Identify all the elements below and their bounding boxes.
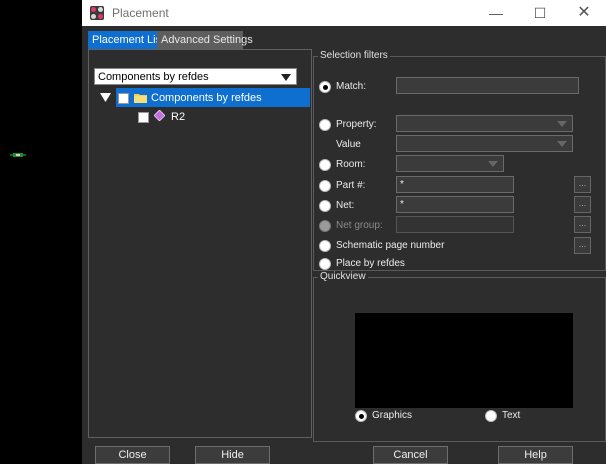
list-type-dropdown[interactable]: Components by refdes	[94, 68, 297, 85]
tab-advanced-settings[interactable]: Advanced Settings	[157, 31, 253, 49]
net-group-input[interactable]	[396, 216, 514, 233]
graphics-label: Graphics	[372, 410, 413, 421]
part-radio[interactable]	[319, 180, 331, 192]
net-browse-button[interactable]: ...	[574, 196, 591, 213]
net-input[interactable]: *	[396, 196, 514, 213]
room-radio[interactable]	[319, 159, 331, 171]
tree-item-label[interactable]: R2	[171, 111, 185, 123]
maximize-button[interactable]: ☐	[518, 0, 562, 26]
hide-button[interactable]: Hide	[195, 446, 270, 464]
property-label: Property:	[336, 119, 377, 130]
quickview-title: Quickview	[318, 271, 368, 282]
chevron-down-icon	[557, 121, 567, 127]
net-label: Net:	[336, 200, 355, 211]
part-input[interactable]: *	[396, 176, 514, 193]
text-radio[interactable]	[485, 410, 497, 422]
match-input[interactable]	[396, 77, 579, 94]
match-radio[interactable]	[319, 81, 331, 93]
net-group-label: Net group:	[336, 220, 383, 231]
tree-root-checkbox[interactable]	[118, 93, 129, 104]
placement-dialog: Placement — ☐ ✕ Placement List Advanced …	[82, 0, 606, 464]
minimize-button[interactable]: —	[474, 0, 518, 26]
property-dropdown[interactable]	[396, 115, 573, 132]
part-label: Part #:	[336, 180, 366, 191]
graphics-radio[interactable]	[355, 410, 367, 422]
title-bar: Placement — ☐ ✕	[82, 0, 606, 26]
schematic-browse-button[interactable]: ...	[574, 237, 591, 254]
chevron-down-icon	[488, 161, 498, 167]
cancel-button[interactable]: Cancel	[373, 446, 448, 464]
chevron-down-icon	[557, 141, 567, 147]
component-glyph-icon	[10, 153, 26, 157]
tree-root-label[interactable]: Components by refdes	[151, 92, 262, 104]
tab-placement-list[interactable]: Placement List	[88, 31, 164, 49]
placement-list-panel	[88, 49, 312, 438]
net-group-radio[interactable]	[319, 220, 331, 232]
value-label: Value	[336, 139, 361, 150]
help-button[interactable]: Help	[498, 446, 573, 464]
list-type-value: Components by refdes	[98, 71, 209, 83]
net-radio[interactable]	[319, 200, 331, 212]
expand-triangle-icon[interactable]	[100, 93, 111, 102]
window-title: Placement	[112, 6, 169, 20]
text-label: Text	[502, 410, 521, 421]
close-window-button[interactable]: ✕	[562, 0, 606, 26]
net-group-browse-button[interactable]: ...	[574, 216, 591, 233]
schematic-label: Schematic page number	[336, 240, 445, 251]
component-icon	[154, 110, 165, 121]
folder-icon	[134, 94, 147, 103]
refdes-radio[interactable]	[319, 258, 331, 270]
value-dropdown[interactable]	[396, 135, 573, 152]
chevron-down-icon	[281, 74, 291, 81]
property-radio[interactable]	[319, 119, 331, 131]
design-canvas[interactable]	[0, 0, 82, 464]
tree-item-checkbox[interactable]	[138, 112, 149, 123]
refdes-label: Place by refdes	[336, 258, 405, 269]
room-label: Room:	[336, 159, 366, 170]
schematic-radio[interactable]	[319, 240, 331, 252]
close-button[interactable]: Close	[95, 446, 170, 464]
room-dropdown[interactable]	[396, 155, 504, 172]
app-icon	[90, 6, 104, 20]
selection-filters-title: Selection filters	[318, 50, 390, 61]
match-label: Match:	[336, 81, 367, 92]
part-browse-button[interactable]: ...	[574, 176, 591, 193]
quickview-preview	[355, 313, 573, 408]
